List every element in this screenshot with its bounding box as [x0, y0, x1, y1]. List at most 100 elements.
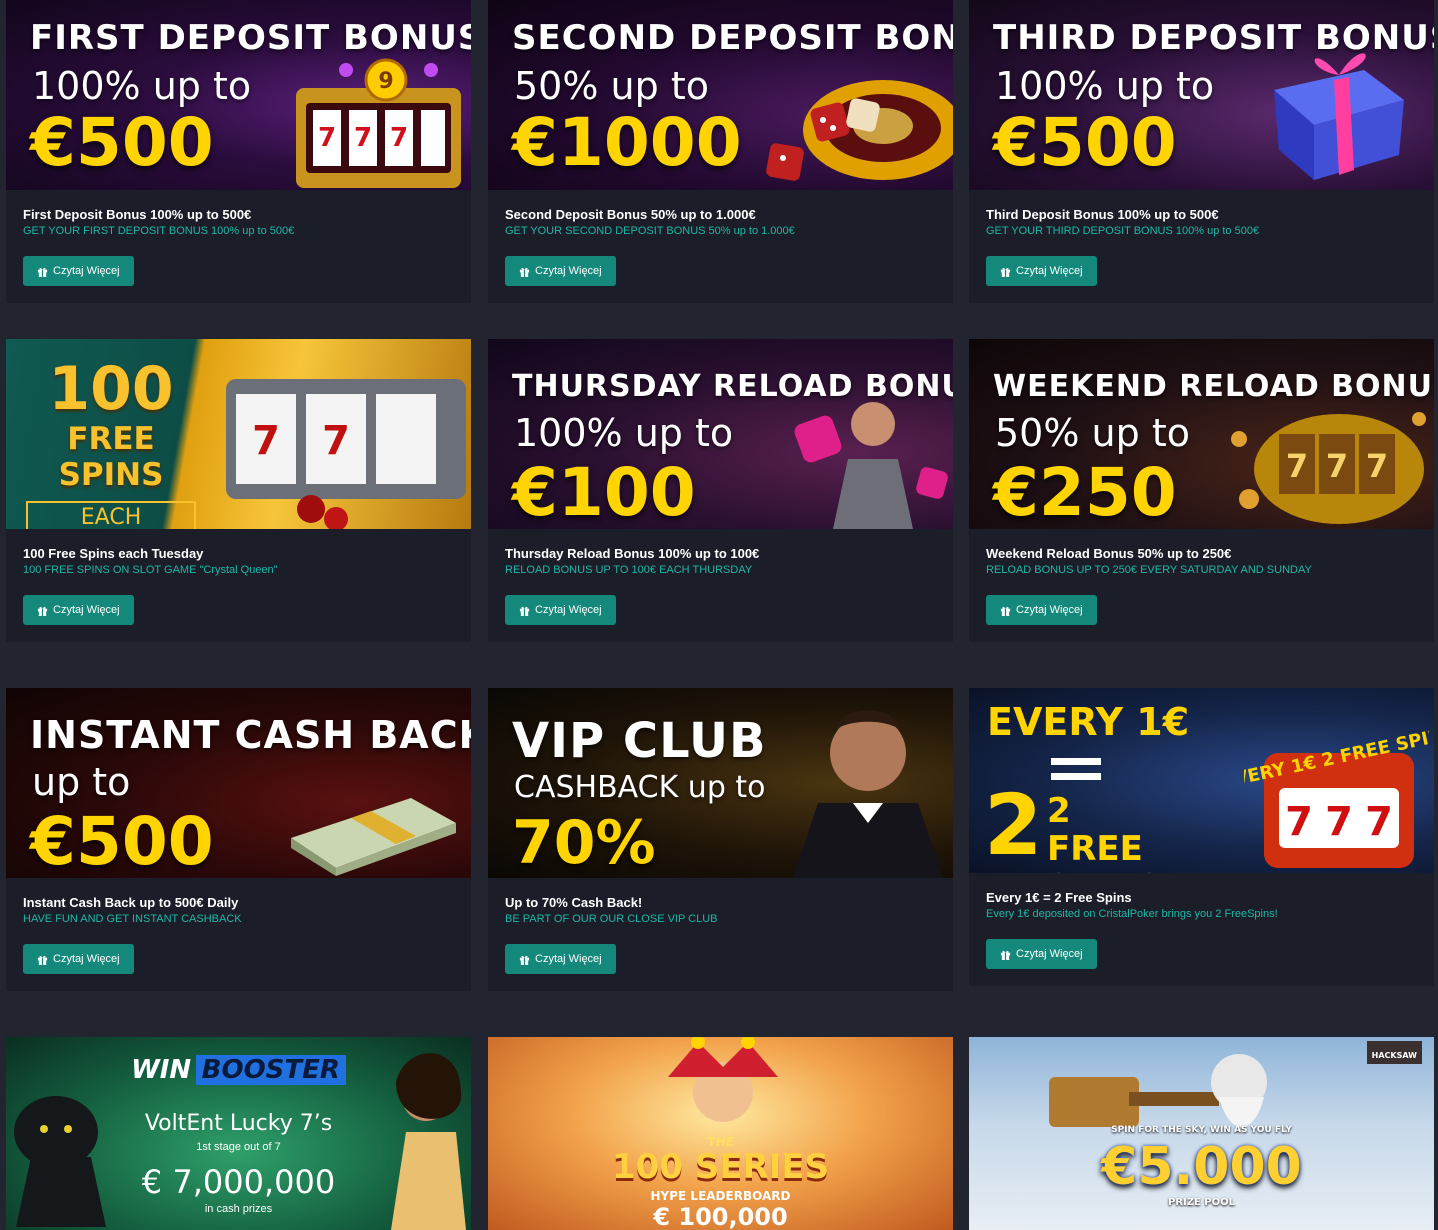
- promo-description: GET YOUR THIRD DEPOSIT BONUS 100% up to …: [986, 225, 1260, 237]
- promo-banner[interactable]: INSTANT CASH BACK up to €500: [6, 688, 471, 878]
- gift-icon: [1000, 606, 1011, 616]
- banner-title: 100: [48, 354, 174, 424]
- svg-text:7: 7: [1285, 799, 1313, 845]
- brand-win: WIN: [131, 1055, 192, 1085]
- promo-title: Thursday Reload Bonus 100% up to 100€: [505, 546, 760, 561]
- banner-amount: €100: [512, 454, 696, 529]
- read-more-button[interactable]: Czytaj Więcej: [505, 944, 616, 974]
- slot-777-image: 7 7 7 EVERY 1€ 2 FREE SPINS: [1220, 703, 1434, 873]
- read-more-button[interactable]: Czytaj Więcej: [23, 256, 134, 286]
- gift-icon: [1000, 267, 1011, 277]
- promo-card-every-euro: 7 7 7 EVERY 1€ 2 FREE SPINS EVERY 1€ 2 2…: [969, 688, 1434, 986]
- promo-title: 100 Free Spins each Tuesday: [23, 546, 204, 561]
- promo-banner[interactable]: THE 100 SERIES HYPE LEADERBOARD € 100,00…: [488, 1037, 953, 1230]
- svg-text:7: 7: [354, 123, 372, 153]
- promo-title: Second Deposit Bonus 50% up to 1.000€: [505, 207, 756, 222]
- promo-banner[interactable]: 7 7 7 9 FIRST DEPOSIT BONUS 100% up to €…: [6, 0, 471, 190]
- prize-note: in cash prizes: [204, 1203, 273, 1215]
- banner-subtitle: 100% up to: [995, 64, 1215, 108]
- button-label: Czytaj Więcej: [1016, 604, 1083, 616]
- promo-description: 100 FREE SPINS ON SLOT GAME "Crystal Que…: [23, 564, 278, 576]
- banner-title: VIP CLUB: [512, 713, 767, 769]
- button-label: Czytaj Więcej: [53, 953, 120, 965]
- read-more-button[interactable]: Czytaj Więcej: [505, 595, 616, 625]
- read-more-button[interactable]: Czytaj Więcej: [986, 256, 1097, 286]
- promo-title: First Deposit Bonus 100% up to 500€: [23, 207, 252, 222]
- promo-banner[interactable]: THURSDAY RELOAD BONUS 100% up to €100: [488, 339, 953, 529]
- read-more-button[interactable]: Czytaj Więcej: [986, 595, 1097, 625]
- roulette-wheel-image: [753, 50, 953, 190]
- promo-description: GET YOUR SECOND DEPOSIT BONUS 50% up to …: [505, 225, 795, 237]
- promo-banner[interactable]: WIN BOOSTER VoltEnt Lucky 7’s 1st stage …: [6, 1037, 471, 1230]
- banner-title: SECOND DEPOSIT BONUS: [512, 18, 953, 58]
- promo-card-instant-cashback: INSTANT CASH BACK up to €500 Instant Cas…: [6, 688, 471, 991]
- promo-title: Up to 70% Cash Back!: [505, 895, 643, 910]
- svg-text:7: 7: [1365, 799, 1393, 845]
- promo-banner[interactable]: HACKSAW SPIN FOR THE SKY, WIN AS YOU FLY…: [969, 1037, 1434, 1230]
- banner-amount: €500: [30, 803, 214, 878]
- read-more-button[interactable]: Czytaj Więcej: [23, 595, 134, 625]
- read-more-button[interactable]: Czytaj Więcej: [23, 944, 134, 974]
- series-amount: € 100,000: [653, 1203, 788, 1230]
- banner-subtitle: 100% up to: [514, 411, 734, 455]
- banner-amount: €500: [993, 104, 1177, 181]
- promo-banner[interactable]: SECOND DEPOSIT BONUS 50% up to €1000: [488, 0, 953, 190]
- banner-subtitle: 100% up to: [32, 64, 252, 108]
- banner-amount: €500: [30, 104, 214, 181]
- gift-icon: [37, 267, 48, 277]
- slot-reels-image: 7 7: [221, 369, 471, 529]
- button-label: Czytaj Więcej: [535, 953, 602, 965]
- gift-icon: [1000, 950, 1011, 960]
- banner-title: FIRST DEPOSIT BONUS: [30, 18, 471, 58]
- gift-icon: [519, 267, 530, 277]
- read-more-button[interactable]: Czytaj Więcej: [986, 939, 1097, 969]
- jester-image: [628, 1037, 828, 1147]
- promo-banner[interactable]: 7 7 100 FREE SPINS EACH TUESDAY: [6, 339, 471, 529]
- button-label: Czytaj Więcej: [1016, 948, 1083, 960]
- promo-banner[interactable]: 7 7 7 EVERY 1€ 2 FREE SPINS EVERY 1€ 2 2…: [969, 688, 1434, 873]
- banner-title: WEEKEND RELOAD BONUS: [993, 369, 1434, 404]
- series-title: 100 SERIES: [611, 1147, 830, 1187]
- promo-description: RELOAD BONUS UP TO 250€ EVERY SATURDAY A…: [986, 564, 1312, 576]
- promo-card-thursday-reload: THURSDAY RELOAD BONUS 100% up to €100 Th…: [488, 339, 953, 642]
- promo-description: RELOAD BONUS UP TO 100€ EACH THURSDAY: [505, 564, 753, 576]
- promo-banner[interactable]: 7 7 7 WEEKEND RELOAD BONUS 50% up to €25…: [969, 339, 1434, 529]
- gold-slot-image: 7 7 7: [1219, 399, 1429, 529]
- promo-banner[interactable]: THIRD DEPOSIT BONUS 100% up to €500: [969, 0, 1434, 190]
- promo-card-second-deposit: SECOND DEPOSIT BONUS 50% up to €1000 Sec…: [488, 0, 953, 303]
- provider-badge: HACKSAW: [1366, 1041, 1422, 1064]
- promo-card-100-series: THE 100 SERIES HYPE LEADERBOARD € 100,00…: [488, 1037, 953, 1230]
- promo-banner[interactable]: VIP CLUB CASHBACK up to 70%: [488, 688, 953, 878]
- banner-amount: 70%: [512, 808, 656, 878]
- gift-icon: [37, 955, 48, 965]
- prize-amount: €5.000: [1101, 1137, 1302, 1197]
- cash-stack-image: [281, 778, 461, 878]
- banner-subtitle: 50% up to: [514, 64, 709, 108]
- promo-card-vip-club: VIP CLUB CASHBACK up to 70% Up to 70% Ca…: [488, 688, 953, 991]
- prize-label: PRIZE POOL: [1167, 1197, 1236, 1208]
- gift-icon: [519, 955, 530, 965]
- promo-card-win-booster: WIN BOOSTER VoltEnt Lucky 7’s 1st stage …: [6, 1037, 471, 1230]
- promo-card-free-spins-tuesday: 7 7 100 FREE SPINS EACH TUESDAY 100 Free…: [6, 339, 471, 642]
- svg-text:7: 7: [390, 123, 408, 153]
- promo-title: Weekend Reload Bonus 50% up to 250€: [986, 546, 1232, 561]
- prize-amount: € 7,000,000: [141, 1163, 336, 1201]
- game-name: VoltEnt Lucky 7’s: [144, 1111, 333, 1136]
- promo-card-third-deposit: THIRD DEPOSIT BONUS 100% up to €500 Thir…: [969, 0, 1434, 303]
- free-spins-headline: 100 FREE SPINS EACH TUESDAY: [26, 357, 196, 529]
- equals-sign: [1051, 758, 1101, 780]
- banner-subtitle: up to: [32, 760, 131, 804]
- button-label: Czytaj Więcej: [53, 265, 120, 277]
- promo-description: GET YOUR FIRST DEPOSIT BONUS 100% up to …: [23, 225, 295, 237]
- banner-amount: €1000: [512, 104, 742, 181]
- svg-text:9: 9: [378, 69, 393, 94]
- button-label: Czytaj Więcej: [535, 604, 602, 616]
- banner-subtitle: 50% up to: [995, 411, 1190, 455]
- button-label: Czytaj Więcej: [53, 604, 120, 616]
- svg-text:7: 7: [1366, 447, 1388, 485]
- banner-subtitle: FREE SPINS: [58, 421, 164, 493]
- brand-booster: BOOSTER: [195, 1055, 346, 1085]
- read-more-button[interactable]: Czytaj Więcej: [505, 256, 616, 286]
- promo-card-first-deposit: 7 7 7 9 FIRST DEPOSIT BONUS 100% up to €…: [6, 0, 471, 303]
- vip-man-image: [773, 693, 953, 878]
